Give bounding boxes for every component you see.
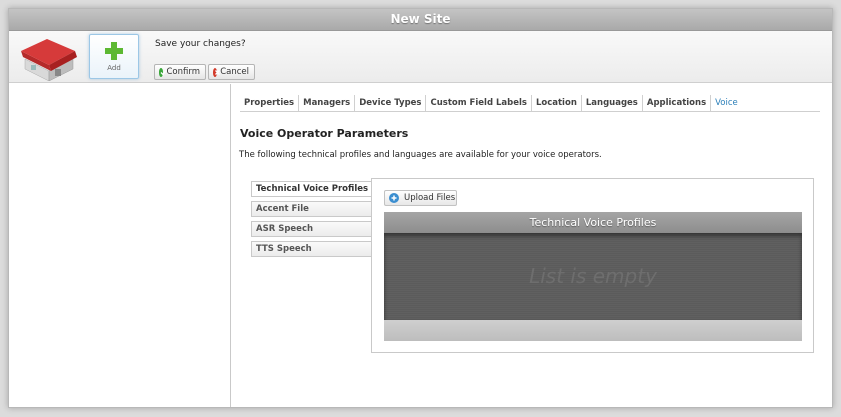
upload-icon: [389, 193, 399, 203]
section-description: The following technical profiles and lan…: [239, 150, 602, 160]
upload-files-label: Upload Files: [404, 193, 456, 203]
tab-device-types[interactable]: Device Types: [355, 95, 427, 111]
toolbar: Add Save your changes? Confirm Cancel: [9, 31, 832, 83]
add-button[interactable]: Add: [89, 34, 139, 79]
tab-languages[interactable]: Languages: [582, 95, 643, 111]
cancel-icon: [213, 67, 220, 77]
plus-icon: [105, 42, 123, 60]
upload-files-button[interactable]: Upload Files: [384, 190, 457, 206]
tab-bar: Properties Managers Device Types Custom …: [240, 95, 820, 112]
tab-applications[interactable]: Applications: [643, 95, 712, 111]
new-site-window: New Site Add Save your changes? Confirm …: [8, 8, 833, 408]
profiles-list: Technical Voice Profiles List is empty: [384, 212, 802, 341]
confirm-button[interactable]: Confirm: [154, 64, 206, 80]
check-icon: [159, 67, 167, 77]
tab-location[interactable]: Location: [532, 95, 582, 111]
section-title: Voice Operator Parameters: [240, 127, 409, 140]
list-footer: [384, 320, 802, 341]
cancel-label: Cancel: [220, 67, 249, 77]
tab-voice[interactable]: Voice: [711, 95, 742, 111]
window-title: New Site: [9, 9, 832, 31]
side-item-asr-speech[interactable]: ASR Speech: [251, 221, 373, 237]
save-prompt: Save your changes?: [155, 39, 246, 49]
confirm-label: Confirm: [166, 67, 200, 77]
side-item-accent-file[interactable]: Accent File: [251, 201, 373, 217]
add-button-label: Add: [107, 64, 121, 72]
side-item-tts-speech[interactable]: TTS Speech: [251, 241, 373, 257]
cancel-button[interactable]: Cancel: [208, 64, 255, 80]
left-pane: [9, 84, 231, 407]
list-empty-message: List is empty: [384, 233, 802, 320]
site-building-icon: [21, 39, 77, 81]
tab-custom-field-labels[interactable]: Custom Field Labels: [426, 95, 532, 111]
content-panel: Upload Files Technical Voice Profiles Li…: [371, 178, 814, 353]
voice-side-list: Technical Voice Profiles Accent File ASR…: [251, 181, 373, 261]
side-item-technical-voice-profiles[interactable]: Technical Voice Profiles: [251, 181, 373, 197]
tab-managers[interactable]: Managers: [299, 95, 356, 111]
list-header: Technical Voice Profiles: [384, 212, 802, 233]
tab-properties[interactable]: Properties: [240, 95, 300, 111]
